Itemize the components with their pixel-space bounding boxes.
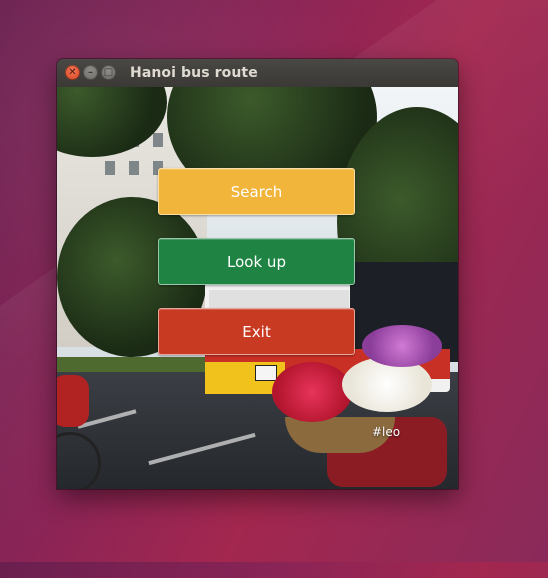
minimize-icon: – xyxy=(88,67,93,78)
maximize-window-button[interactable]: □ xyxy=(101,65,116,80)
maximize-icon: □ xyxy=(103,67,114,78)
building-window xyxy=(105,161,115,175)
look-up-button[interactable]: Look up xyxy=(158,238,355,285)
exit-button[interactable]: Exit xyxy=(158,308,355,355)
window-title: Hanoi bus route xyxy=(130,65,258,81)
app-content: #leo Search Look up Exit xyxy=(57,87,458,489)
search-button[interactable]: Search xyxy=(158,168,355,215)
minimize-window-button[interactable]: – xyxy=(83,65,98,80)
left-motorbike xyxy=(57,375,89,427)
building-window xyxy=(129,161,139,175)
close-icon: ✕ xyxy=(68,67,77,78)
close-window-button[interactable]: ✕ xyxy=(65,65,80,80)
building-window xyxy=(153,133,163,147)
bus-plate xyxy=(255,365,277,381)
app-window: ✕ – □ Hanoi bus route #leo Search Look u… xyxy=(57,59,458,489)
purple-flowers xyxy=(362,325,442,367)
photo-watermark: #leo xyxy=(372,425,401,439)
red-flowers xyxy=(272,362,352,422)
title-bar[interactable]: ✕ – □ Hanoi bus route xyxy=(57,59,458,88)
